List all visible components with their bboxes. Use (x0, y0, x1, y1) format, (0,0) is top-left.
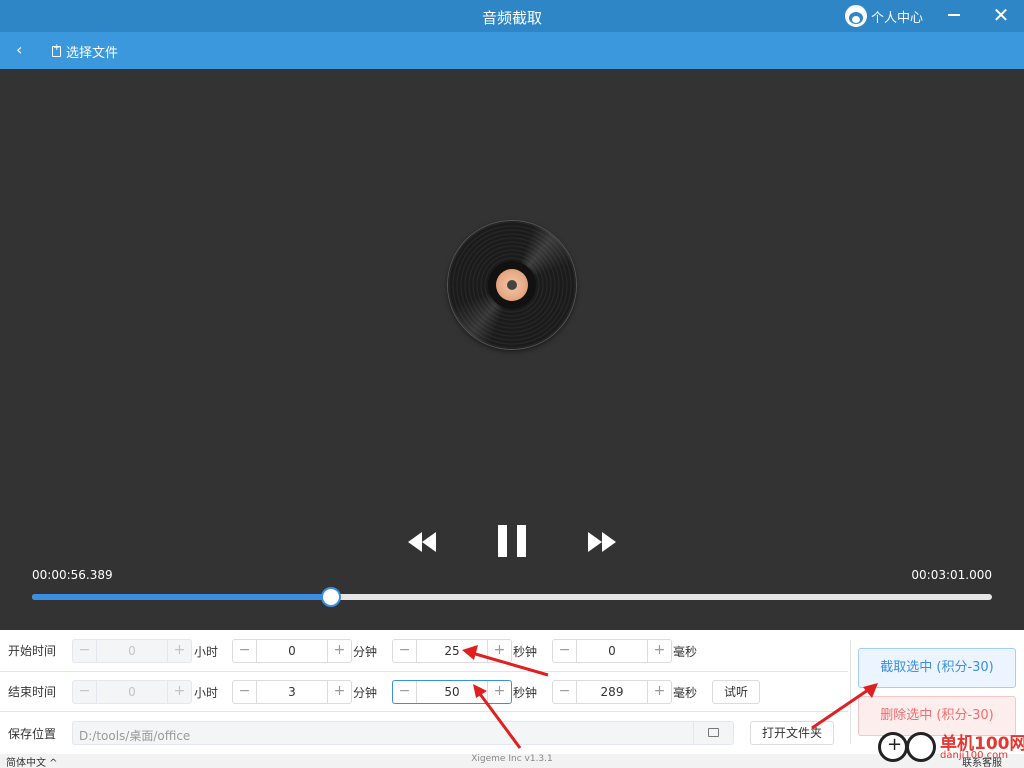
annotation-arrows (462, 645, 878, 749)
watermark-plus-icon: + (878, 732, 908, 762)
watermark-circle-icon (906, 732, 936, 762)
watermark-url: danji100.com (940, 750, 1008, 761)
site-watermark: + 单机100网 danji100.com (876, 726, 1024, 768)
